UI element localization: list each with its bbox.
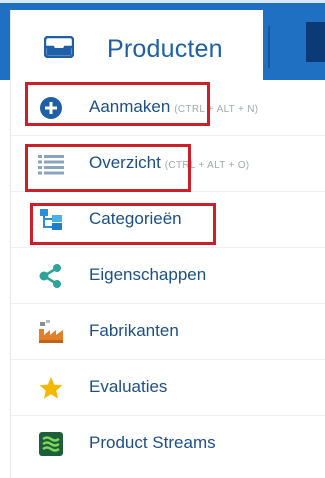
menu-item-fabrikanten[interactable]: Fabrikanten [11,304,325,360]
menu-item-eigenschappen[interactable]: Eigenschappen [11,248,325,304]
tab-label: Producten [107,35,223,63]
menu-item-label: Evaluaties [89,377,168,396]
share-icon [39,264,61,288]
shortcut-hint: (CTRL + ALT + O) [164,160,250,171]
menu-item-label: Overzicht (CTRL + ALT + O) [89,153,250,172]
next-tab-button[interactable] [306,22,325,62]
stream-icon [39,432,63,456]
top-bar-stripe [0,0,325,3]
tab-producten[interactable]: Producten [10,10,263,80]
menu-item-label: Categorieën [89,209,182,228]
menu-item-categorieen[interactable]: Categorieën [11,192,325,248]
tab-divider [268,26,270,68]
inbox-icon [44,36,74,58]
producten-dropdown-menu: Aanmaken (CTRL + ALT + N) Overzicht (CTRL … [10,80,325,478]
star-icon [39,377,63,399]
menu-item-label: Fabrikanten [89,321,179,340]
menu-item-label: Product Streams [89,433,216,452]
list-icon [38,155,64,175]
menu-item-overzicht[interactable]: Overzicht (CTRL + ALT + O) [11,136,325,192]
menu-item-evaluaties[interactable]: Evaluaties [11,360,325,416]
plus-circle-icon [40,97,62,119]
tree-icon [40,209,62,230]
factory-icon [39,320,63,343]
menu-item-product-streams[interactable]: Product Streams [11,416,325,472]
shortcut-hint: (CTRL + ALT + N) [174,104,259,115]
menu-item-label: Eigenschappen [89,265,207,284]
menu-item-label: Aanmaken (CTRL + ALT + N) [89,97,259,116]
menu-item-aanmaken[interactable]: Aanmaken (CTRL + ALT + N) [11,80,325,136]
